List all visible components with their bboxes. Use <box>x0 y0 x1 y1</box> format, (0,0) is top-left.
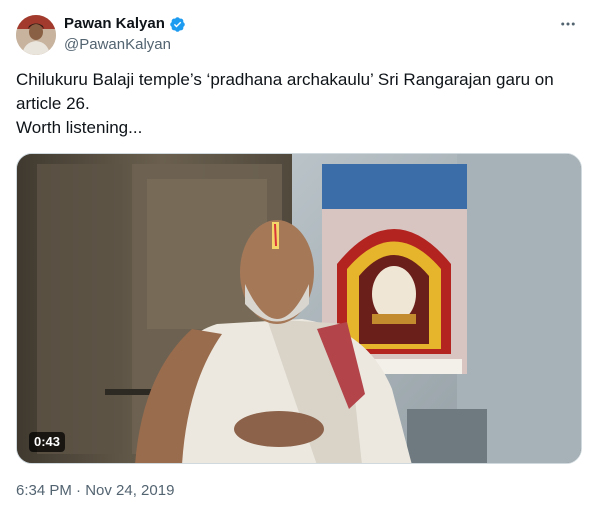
author-name-row: Pawan Kalyan <box>64 14 186 34</box>
author-handle[interactable]: @PawanKalyan <box>64 35 171 55</box>
video-duration-badge: 0:43 <box>29 432 66 452</box>
video-thumbnail <box>17 154 581 463</box>
more-options-button[interactable] <box>558 14 578 34</box>
more-horizontal-icon <box>561 22 575 26</box>
avatar[interactable] <box>16 15 56 55</box>
tweet-timestamp[interactable]: 6:34 PM · Nov 24, 2019 <box>16 481 174 501</box>
author-display-name[interactable]: Pawan Kalyan <box>64 14 165 34</box>
tweet-text: Chilukuru Balaji temple’s ‘pradhana arch… <box>16 70 554 137</box>
video-player[interactable]: 0:43 <box>16 153 582 464</box>
tweet-card: Pawan Kalyan @PawanKalyan Chilukuru Bala… <box>0 0 592 505</box>
verified-badge-icon <box>169 16 186 33</box>
avatar-image <box>16 15 56 55</box>
